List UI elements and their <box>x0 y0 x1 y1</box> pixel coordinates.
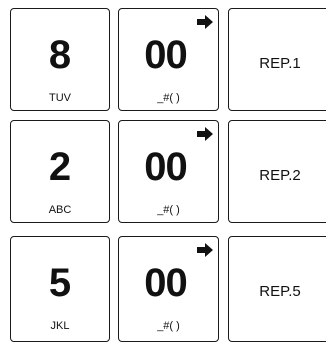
key-symbols: _#( ) <box>157 204 180 216</box>
key-digit: 8 <box>48 33 72 77</box>
key-digit: 5 <box>48 261 72 305</box>
key-symbols: _#( ) <box>157 92 180 104</box>
key-letters: TUV <box>49 92 71 104</box>
key-digit: 00 <box>144 145 188 189</box>
key-label: REP.1 <box>259 55 301 72</box>
key-label: REP.2 <box>259 167 301 184</box>
key-rep-1[interactable]: REP.1 <box>228 8 326 111</box>
key-label: REP.5 <box>259 283 301 300</box>
key-00[interactable]: 00 _#( ) <box>118 120 219 223</box>
key-5[interactable]: 5 JKL <box>10 236 110 342</box>
key-00[interactable]: 00 _#( ) <box>118 8 219 111</box>
key-8[interactable]: 8 TUV <box>10 8 110 111</box>
key-digit: 00 <box>144 33 188 77</box>
key-digit: 2 <box>48 145 72 189</box>
key-digit: 00 <box>144 261 188 305</box>
key-letters: JKL <box>50 320 70 332</box>
key-rep-2[interactable]: REP.2 <box>228 120 326 223</box>
key-symbols: _#( ) <box>157 320 180 332</box>
right-arrow-icon <box>197 243 213 257</box>
key-letters: ABC <box>48 204 72 216</box>
right-arrow-icon <box>197 15 213 29</box>
key-rep-5[interactable]: REP.5 <box>228 236 326 342</box>
key-2[interactable]: 2 ABC <box>10 120 110 223</box>
key-00[interactable]: 00 _#( ) <box>118 236 219 342</box>
right-arrow-icon <box>197 127 213 141</box>
